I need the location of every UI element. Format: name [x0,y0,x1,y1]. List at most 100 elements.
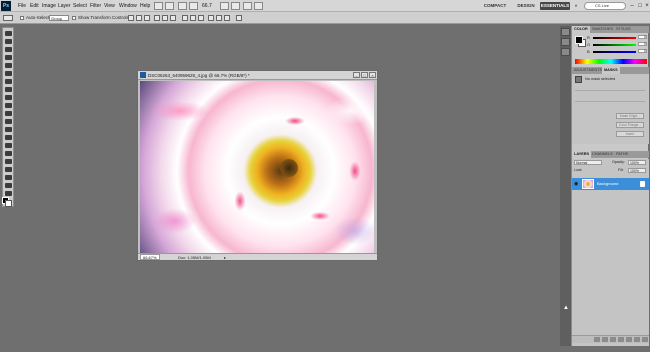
healing-brush-tool-icon[interactable] [4,78,13,85]
eyedropper-tool-icon[interactable] [4,70,13,77]
opacity-field[interactable]: 100% [628,160,646,165]
menu-help[interactable]: Help [140,0,150,12]
pen-tool-icon[interactable] [4,142,13,149]
3d-rotate-tool-icon[interactable] [4,174,13,181]
close-icon[interactable]: × [643,2,650,10]
tab-styles[interactable]: STYLES [614,26,633,33]
marquee-tool-icon[interactable] [4,38,13,45]
workspace-design[interactable]: DESIGN [514,2,538,10]
dodge-tool-icon[interactable] [4,134,13,141]
document-title-bar[interactable]: DSC06263_640959628_4.jpg @ 66.7% (RGB/8*… [138,71,377,80]
menu-window[interactable]: Window [119,0,137,12]
mini-bridge-icon[interactable] [165,2,174,10]
menu-select[interactable]: Select [73,0,87,12]
link-layers-icon[interactable] [594,337,600,342]
minimize-icon[interactable]: – [628,2,636,10]
tab-channels[interactable]: CHANNELS [590,151,615,158]
workspace-compact[interactable]: COMPACT [480,2,510,10]
hand-tool-icon[interactable] [220,2,229,10]
green-slider[interactable] [593,44,636,46]
invert-button[interactable]: Invert [616,131,644,137]
mask-edge-button[interactable]: Mask Edge... [616,113,644,119]
distribute-top-icon[interactable] [182,15,188,21]
doc-close-icon[interactable]: × [369,72,376,78]
blue-slider[interactable] [593,51,636,53]
menu-edit[interactable]: Edit [30,0,39,12]
zoom-tool-icon[interactable] [189,2,198,10]
blend-mode-select[interactable]: Normal [574,160,602,165]
color-range-button[interactable]: Color Range... [616,122,644,128]
history-brush-tool-icon[interactable] [4,102,13,109]
zoom-level[interactable]: 66.7 [202,0,212,12]
tab-layers[interactable]: LAYERS [572,151,592,158]
menu-filter[interactable]: Filter [90,0,101,12]
trash-icon[interactable] [642,337,648,342]
auto-select-target[interactable]: Group [49,15,69,21]
tab-color[interactable]: COLOR [572,26,590,33]
distribute-left-icon[interactable] [208,15,214,21]
rotate-view-icon[interactable] [231,2,240,10]
path-selection-tool-icon[interactable] [4,158,13,165]
distribute-bottom-icon[interactable] [198,15,204,21]
zoom-field[interactable]: 66.67% [140,254,160,260]
menu-file[interactable]: File [18,0,26,12]
clone-stamp-tool-icon[interactable] [4,94,13,101]
blue-value[interactable]: 0 [638,49,647,53]
red-value[interactable]: 0 [638,35,647,39]
align-vcenter-icon[interactable] [136,15,142,21]
extras-icon[interactable] [178,2,187,10]
auto-align-icon[interactable] [236,15,242,21]
fill-field[interactable]: 100% [628,168,646,173]
auto-select-checkbox[interactable] [20,16,24,20]
distribute-right-icon[interactable] [224,15,230,21]
align-bottom-icon[interactable] [144,15,150,21]
gradient-tool-icon[interactable] [4,118,13,125]
screen-mode-icon[interactable] [254,2,263,10]
tab-paths[interactable]: PATHS [614,151,630,158]
red-slider[interactable] [593,37,636,39]
hand-tool-icon[interactable] [4,182,13,189]
dock-brushes-icon[interactable] [561,48,570,56]
image-canvas[interactable] [140,81,374,254]
layer-row-background[interactable]: ◉ Background [572,178,649,190]
eraser-tool-icon[interactable] [4,110,13,117]
workspace-essentials[interactable]: ESSENTIALS [540,2,570,10]
show-transform-checkbox[interactable] [72,16,76,20]
align-hcenter-icon[interactable] [162,15,168,21]
move-tool-icon[interactable] [4,30,13,37]
layer-name[interactable]: Background [597,178,618,190]
bridge-icon[interactable] [154,2,163,10]
new-layer-icon[interactable] [634,337,640,342]
align-top-icon[interactable] [128,15,134,21]
doc-maximize-icon[interactable]: □ [361,72,368,78]
lasso-tool-icon[interactable] [4,46,13,53]
green-value[interactable]: 0 [638,42,647,46]
type-tool-icon[interactable] [4,150,13,157]
add-mask-icon[interactable] [610,337,616,342]
align-left-icon[interactable] [154,15,160,21]
more-workspaces[interactable]: » [572,2,580,10]
quick-selection-tool-icon[interactable] [4,54,13,61]
new-group-icon[interactable] [626,337,632,342]
status-menu-arrow-icon[interactable]: ▸ [224,254,226,261]
dock-history-icon[interactable] [561,28,570,36]
tab-masks[interactable]: MASKS [602,67,620,74]
arrange-documents-icon[interactable] [243,2,252,10]
distribute-hcenter-icon[interactable] [216,15,222,21]
distribute-vcenter-icon[interactable] [190,15,196,21]
align-right-icon[interactable] [170,15,176,21]
visibility-eye-icon[interactable]: ◉ [574,181,580,187]
crop-tool-icon[interactable] [4,62,13,69]
color-panel-fg-swatch[interactable] [575,36,583,44]
shape-tool-icon[interactable] [4,166,13,173]
cs-live-search[interactable]: CS Live [584,2,626,10]
move-tool-preset-icon[interactable] [3,15,13,21]
color-spectrum-bar[interactable] [575,59,647,64]
zoom-tool-icon[interactable] [4,190,13,197]
tab-adjustments[interactable]: ADJUSTMENTS [572,67,604,74]
tab-swatches[interactable]: SWATCHES [590,26,615,33]
menu-image[interactable]: Image [42,0,56,12]
menu-layer[interactable]: Layer [58,0,71,12]
menu-view[interactable]: View [104,0,115,12]
brush-tool-icon[interactable] [4,86,13,93]
